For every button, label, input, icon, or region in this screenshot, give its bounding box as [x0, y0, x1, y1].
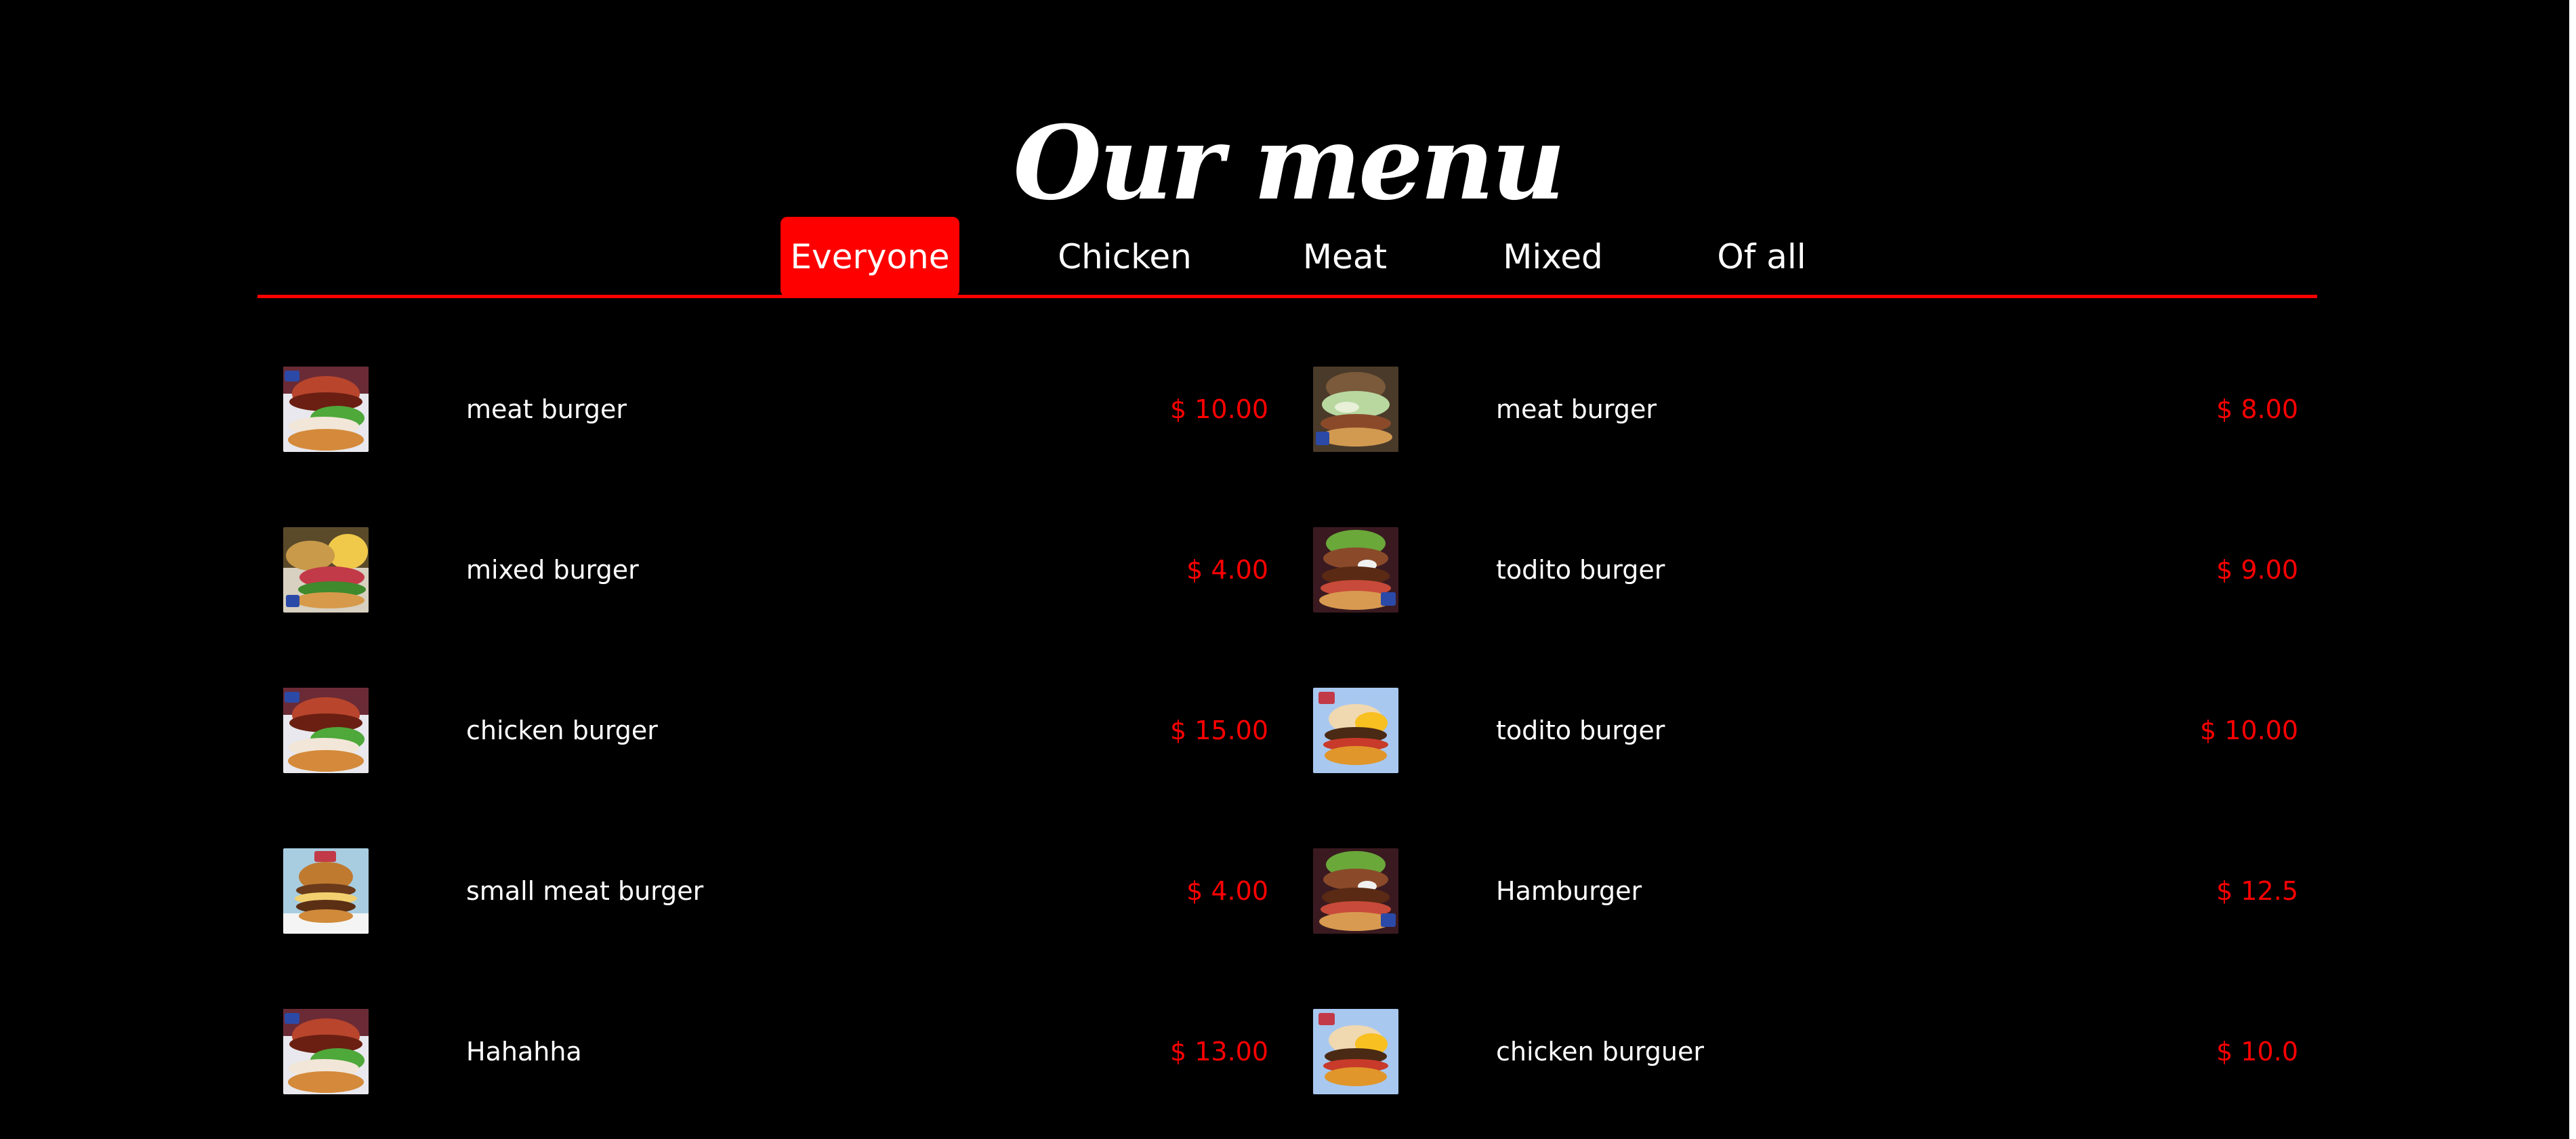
- menu-item[interactable]: todito burger $ 9.00: [1289, 527, 2298, 615]
- menu-item[interactable]: meat burger $ 8.00: [1289, 367, 2298, 455]
- menu-item[interactable]: todito burger $ 10.00: [1289, 688, 2298, 776]
- burger-fries-photo: [1313, 688, 1398, 773]
- menu-item[interactable]: Hahahha $ 13.00: [259, 1009, 1268, 1097]
- menu-item[interactable]: small meat burger $ 4.00: [259, 848, 1268, 936]
- menu-grid: meat burger $ 10.00 mixed burger $ 4.00: [0, 0, 2576, 1139]
- item-name: todito burger: [1496, 555, 1665, 585]
- item-price: $ 9.00: [2216, 555, 2298, 585]
- item-name: chicken burguer: [1496, 1037, 1704, 1066]
- item-name: Hamburger: [1496, 876, 1642, 906]
- item-name: mixed burger: [466, 555, 639, 585]
- burger-loaded-photo: [1313, 527, 1398, 613]
- item-price: $ 10.00: [2199, 716, 2298, 745]
- burger-sauce-photo: [1313, 367, 1398, 452]
- menu-item[interactable]: mixed burger $ 4.00: [259, 527, 1268, 615]
- menu-item[interactable]: chicken burguer $ 10.0: [1289, 1009, 2298, 1097]
- burger-tall-photo: [283, 367, 369, 452]
- item-name: todito burger: [1496, 716, 1665, 745]
- menu-item[interactable]: meat burger $ 10.00: [259, 367, 1268, 455]
- item-price: $ 15.00: [1169, 716, 1268, 745]
- menu-item[interactable]: Hamburger $ 12.5: [1289, 848, 2298, 936]
- item-name: meat burger: [1496, 394, 1657, 424]
- item-price: $ 12.5: [2216, 876, 2298, 906]
- item-price: $ 10.0: [2216, 1037, 2298, 1066]
- burger-double-photo: [283, 527, 369, 613]
- menu-item[interactable]: chicken burger $ 15.00: [259, 688, 1268, 776]
- burger-tall-photo: [283, 688, 369, 773]
- item-name: Hahahha: [466, 1037, 582, 1066]
- item-price: $ 13.00: [1169, 1037, 1268, 1066]
- item-price: $ 8.00: [2216, 394, 2298, 424]
- burger-tall-photo: [283, 1009, 369, 1094]
- item-price: $ 4.00: [1186, 876, 1268, 906]
- burger-loaded-photo: [1313, 848, 1398, 934]
- item-price: $ 4.00: [1186, 555, 1268, 585]
- item-name: meat burger: [466, 394, 627, 424]
- item-price: $ 10.00: [1169, 394, 1268, 424]
- item-name: small meat burger: [466, 876, 704, 906]
- burger-classic-photo: [283, 848, 369, 934]
- item-name: chicken burger: [466, 716, 658, 745]
- burger-fries-photo: [1313, 1009, 1398, 1094]
